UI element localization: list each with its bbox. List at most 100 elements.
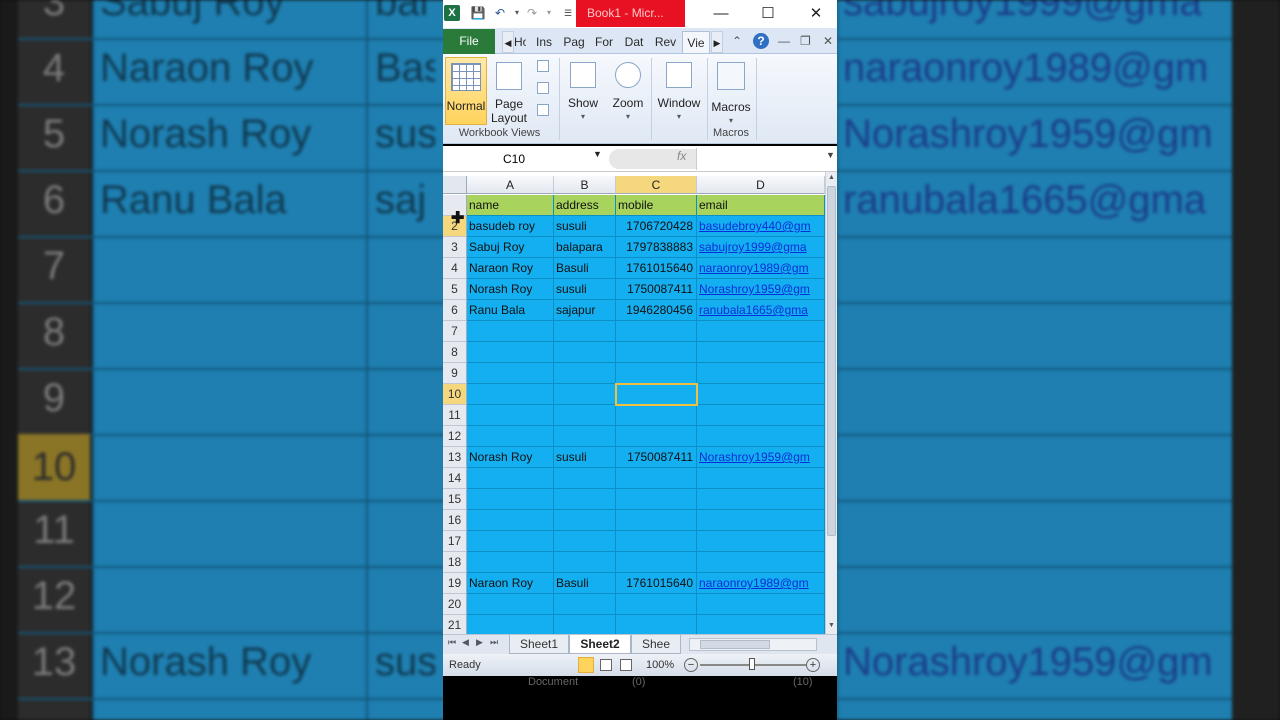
cell-mobile[interactable]: 1750087411	[616, 279, 697, 300]
cell-name[interactable]	[467, 594, 554, 615]
name-box-dropdown-icon[interactable]: ▼	[593, 149, 602, 159]
cell-email[interactable]	[697, 342, 825, 363]
cell-email[interactable]	[697, 384, 825, 405]
cell-name[interactable]	[467, 426, 554, 447]
cell-address[interactable]	[554, 468, 616, 489]
column-header-d[interactable]: D	[697, 176, 825, 194]
cell-address[interactable]: susuli	[554, 279, 616, 300]
cell-email[interactable]	[697, 405, 825, 426]
cell-name[interactable]	[467, 384, 554, 405]
cell-name[interactable]	[467, 552, 554, 573]
full-screen-button[interactable]	[535, 104, 551, 116]
cell-address[interactable]: balapara	[554, 237, 616, 258]
cell-name[interactable]: Sabuj Roy	[467, 237, 554, 258]
cell-mobile[interactable]: 1946280456	[616, 300, 697, 321]
cell-name[interactable]: name	[467, 195, 554, 216]
tab-scroll-right-icon[interactable]: ▶	[711, 31, 723, 53]
cell-mobile[interactable]	[616, 552, 697, 573]
show-button[interactable]: Show ▾	[563, 57, 603, 124]
row-header[interactable]: 12	[443, 426, 467, 447]
cell-name[interactable]: basudeb roy	[467, 216, 554, 237]
sheet-tab-sheet2[interactable]: Sheet2	[569, 635, 631, 654]
cell-name[interactable]: Naraon Roy	[467, 573, 554, 594]
cell-email[interactable]: Norashroy1959@gm	[697, 447, 825, 468]
fx-icon[interactable]: fx	[677, 149, 686, 163]
next-sheet-icon[interactable]: ▶	[476, 637, 483, 648]
tab-view[interactable]: Vie	[682, 31, 710, 53]
normal-view-button[interactable]: Normal	[445, 57, 487, 125]
cell-mobile[interactable]	[616, 342, 697, 363]
macros-button[interactable]: Macros ▾	[709, 57, 753, 128]
cell-email[interactable]: naraonroy1989@gm	[697, 258, 825, 279]
row-header[interactable]: 9	[443, 363, 467, 384]
cell-name[interactable]	[467, 321, 554, 342]
normal-view-status-icon[interactable]	[578, 657, 594, 673]
cell-email[interactable]	[697, 552, 825, 573]
workbook-minimize-icon[interactable]: —	[778, 33, 790, 49]
cell-name[interactable]	[467, 405, 554, 426]
redo-dropdown-icon[interactable]: ▾	[541, 5, 557, 21]
cell-email[interactable]	[697, 468, 825, 489]
cell-name[interactable]: Ranu Bala	[467, 300, 554, 321]
zoom-button[interactable]: Zoom ▾	[608, 57, 648, 124]
save-icon[interactable]: 💾	[470, 5, 486, 21]
cell-name[interactable]	[467, 489, 554, 510]
tab-scroll-left-icon[interactable]: ◀	[502, 31, 514, 53]
row-header[interactable]: 19	[443, 573, 467, 594]
cell-name[interactable]: Norash Roy	[467, 447, 554, 468]
name-box[interactable]: C10	[443, 148, 606, 170]
cell-email[interactable]: sabujroy1999@gma	[697, 237, 825, 258]
zoom-out-icon[interactable]: −	[684, 658, 698, 672]
vertical-scrollbar[interactable]: ▲ ▼	[825, 172, 837, 634]
cell-email[interactable]	[697, 510, 825, 531]
cell-address[interactable]	[554, 426, 616, 447]
tab-file[interactable]: File	[443, 29, 495, 54]
help-icon[interactable]: ?	[753, 33, 769, 49]
vertical-scroll-thumb[interactable]	[827, 186, 836, 536]
scroll-up-icon[interactable]: ▲	[828, 174, 835, 181]
cell-address[interactable]: address	[554, 195, 616, 216]
row-header[interactable]: 21	[443, 615, 467, 636]
window-button[interactable]: Window ▾	[654, 57, 704, 124]
active-cell-c10[interactable]	[615, 383, 698, 406]
cell-mobile[interactable]: mobile	[616, 195, 697, 216]
cell-email[interactable]: naraonroy1989@gm	[697, 573, 825, 594]
cell-address[interactable]	[554, 489, 616, 510]
tab-page-layout[interactable]: Pag	[563, 31, 585, 53]
tab-formulas[interactable]: For	[593, 31, 615, 53]
row-header[interactable]: 18	[443, 552, 467, 573]
cell-email[interactable]	[697, 489, 825, 510]
cell-email[interactable]: basudebroy440@gm	[697, 216, 825, 237]
row-header[interactable]: 15	[443, 489, 467, 510]
row-header[interactable]: 14	[443, 468, 467, 489]
cell-name[interactable]	[467, 363, 554, 384]
page-layout-button[interactable]: Page Layout	[490, 57, 528, 125]
cell-mobile[interactable]	[616, 363, 697, 384]
row-header[interactable]: 13	[443, 447, 467, 468]
tab-home[interactable]: Ho	[514, 31, 526, 53]
page-break-preview-button[interactable]	[535, 60, 551, 72]
row-header[interactable]: 11	[443, 405, 467, 426]
cell-address[interactable]: susuli	[554, 216, 616, 237]
cell-email[interactable]: email	[697, 195, 825, 216]
row-header[interactable]: 5	[443, 279, 467, 300]
cell-address[interactable]	[554, 384, 616, 405]
minimize-ribbon-icon[interactable]: ⌃	[732, 33, 742, 49]
undo-icon[interactable]: ↶	[492, 5, 508, 21]
page-layout-status-icon[interactable]	[600, 659, 612, 671]
cell-name[interactable]: Naraon Roy	[467, 258, 554, 279]
cell-address[interactable]	[554, 531, 616, 552]
horizontal-scroll-thumb[interactable]	[700, 640, 770, 649]
cell-mobile[interactable]: 1750087411	[616, 447, 697, 468]
workbook-close-icon[interactable]: ✕	[823, 33, 833, 49]
last-sheet-icon[interactable]: ⏭	[490, 637, 498, 648]
cell-mobile[interactable]: 1761015640	[616, 258, 697, 279]
column-header-c[interactable]: C	[616, 176, 697, 194]
undo-dropdown-icon[interactable]: ▾	[509, 5, 525, 21]
cell-mobile[interactable]	[616, 615, 697, 636]
cell-address[interactable]	[554, 342, 616, 363]
zoom-slider-thumb[interactable]	[749, 658, 755, 670]
cell-mobile[interactable]: 1797838883	[616, 237, 697, 258]
tab-data[interactable]: Dat	[623, 31, 645, 53]
cell-mobile[interactable]	[616, 510, 697, 531]
